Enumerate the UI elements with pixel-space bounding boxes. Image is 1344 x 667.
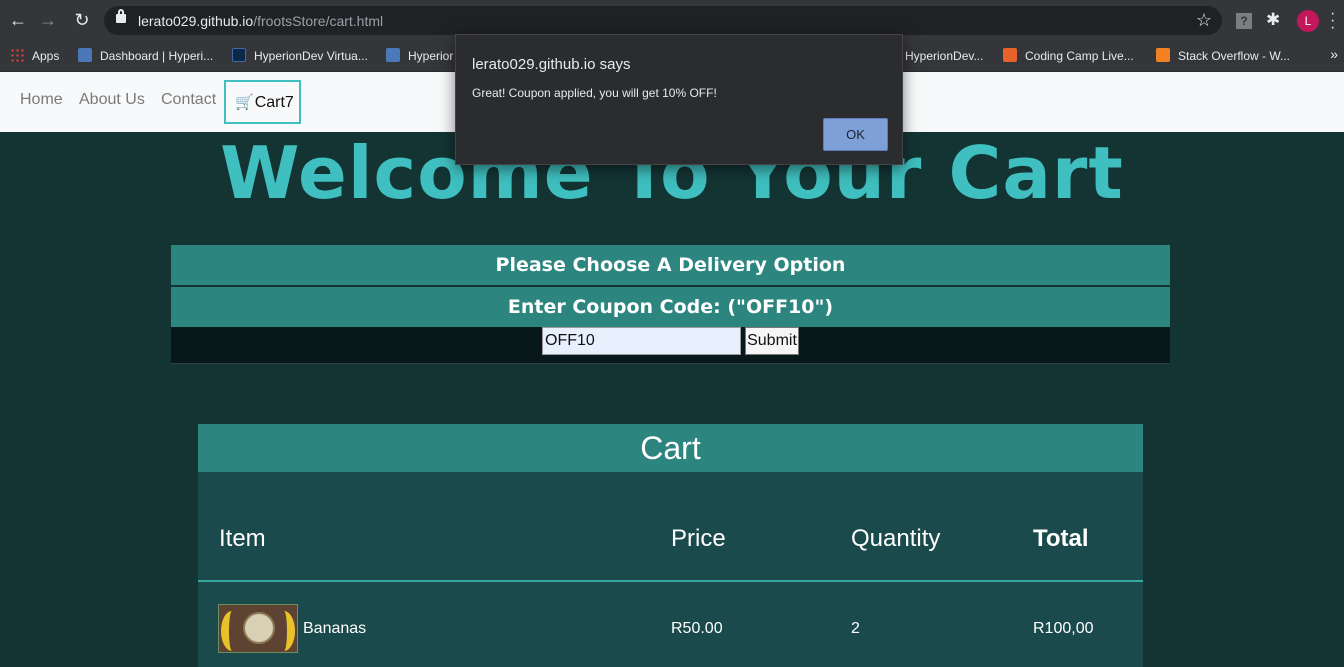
nav-about-link[interactable]: About Us [79, 91, 145, 109]
bookmark-label: Apps [32, 49, 60, 63]
url-host: lerato029.github.io [138, 13, 254, 29]
bananas-product-image [218, 604, 298, 653]
coding-camp-icon [1003, 48, 1017, 62]
bookmark-hyperion[interactable]: Hyperior [386, 46, 453, 66]
bookmark-label: Stack Overflow - W... [1178, 49, 1291, 63]
nav-cart-link[interactable]: 🛒Cart7 [224, 80, 301, 124]
coupon-form: Submit [171, 327, 1170, 364]
back-arrow-icon[interactable]: ← [8, 10, 28, 30]
coupon-code-input[interactable] [542, 327, 741, 355]
bookmark-hyperiondev-virtual[interactable]: HyperionDev Virtua... [232, 46, 368, 66]
stackoverflow-icon [1156, 48, 1170, 62]
bookmark-label: Coding Camp Live... [1025, 49, 1134, 63]
help-extension-icon[interactable]: ? [1236, 13, 1252, 29]
coupon-heading: Enter Coupon Code: ("OFF10") [171, 287, 1170, 327]
cart-table: Cart Item Price Quantity Total Bananas R… [198, 424, 1143, 667]
column-header-item: Item [219, 525, 266, 552]
dialog-title: lerato029.github.io says [472, 56, 631, 73]
column-header-price: Price [671, 525, 726, 552]
forward-arrow-icon[interactable]: → [38, 10, 58, 30]
cart-count: 7 [284, 94, 294, 111]
bookmark-stack-overflow[interactable]: Stack Overflow - W... [1156, 46, 1290, 66]
url-text[interactable]: lerato029.github.io/frootsStore/cart.htm… [138, 13, 383, 29]
dialog-ok-button[interactable]: OK [823, 118, 888, 151]
dialog-message: Great! Coupon applied, you will get 10% … [472, 86, 717, 100]
table-divider [198, 580, 1143, 582]
bookmark-label: HyperionDev... [905, 49, 984, 63]
address-bar[interactable]: lerato029.github.io/frootsStore/cart.htm… [104, 6, 1222, 35]
cart-label: Cart [254, 94, 285, 111]
bookmark-hyperiondev[interactable]: HyperionDev... [905, 46, 983, 66]
delivery-option-heading[interactable]: Please Choose A Delivery Option [171, 245, 1170, 285]
extensions-puzzle-icon[interactable]: ✱ [1266, 10, 1280, 30]
browser-menu-icon[interactable]: · · · [1330, 6, 1335, 36]
bookmark-label: Dashboard | Hyperi... [100, 49, 214, 63]
reload-icon[interactable]: ↻ [72, 10, 92, 30]
profile-avatar[interactable]: L [1297, 10, 1319, 32]
nav-contact-link[interactable]: Contact [161, 91, 216, 109]
bookmark-dashboard[interactable]: Dashboard | Hyperi... [78, 46, 213, 66]
row-price: R50.00 [671, 620, 723, 637]
coupon-submit-button[interactable]: Submit [745, 327, 799, 355]
bookmark-apps[interactable]: Apps [10, 46, 59, 66]
column-header-quantity: Quantity [851, 525, 941, 552]
hyperion-icon [78, 48, 92, 62]
hyperiondev-icon [232, 48, 246, 62]
bookmark-label: Hyperior [408, 49, 454, 63]
bookmark-coding-camp[interactable]: Coding Camp Live... [1003, 46, 1134, 66]
bookmarks-overflow-icon[interactable]: » [1330, 46, 1338, 62]
shopping-cart-icon: 🛒 [235, 94, 254, 111]
hyperion-icon [386, 48, 400, 62]
column-header-total: Total [1033, 525, 1089, 552]
cart-heading: Cart [198, 424, 1143, 472]
apps-grid-icon [10, 48, 24, 62]
url-path: /frootsStore/cart.html [253, 13, 384, 29]
bookmark-star-icon[interactable]: ☆ [1196, 10, 1212, 31]
row-item-name: Bananas [303, 620, 367, 637]
bookmark-label: HyperionDev Virtua... [254, 49, 368, 63]
lock-icon [116, 9, 126, 23]
row-quantity: 2 [851, 620, 860, 637]
nav-home-link[interactable]: Home [20, 91, 63, 109]
row-total: R100,00 [1033, 620, 1094, 637]
alert-dialog: lerato029.github.io says Great! Coupon a… [455, 34, 903, 165]
